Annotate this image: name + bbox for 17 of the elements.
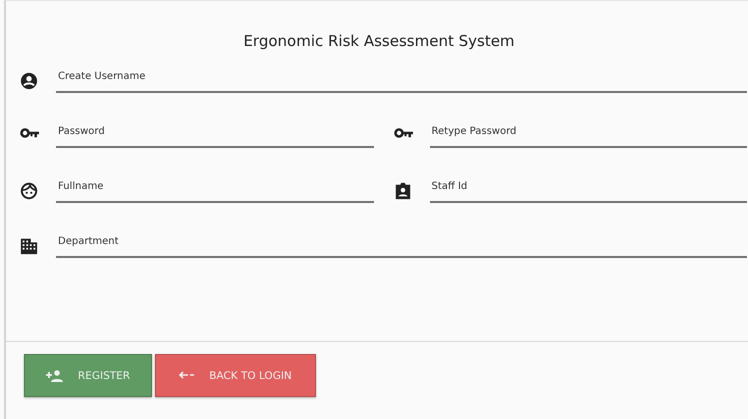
input-field[interactable]: Department <box>56 236 747 258</box>
back-button[interactable]: BACK TO LOGIN <box>155 354 316 397</box>
back-arrow-icon <box>179 370 196 380</box>
app-title: Ergonomic Risk Assessment System <box>242 31 516 52</box>
input-field[interactable]: Fullname <box>56 181 374 203</box>
badge-icon <box>394 182 412 200</box>
key-icon <box>394 127 414 139</box>
key-icon <box>20 127 40 139</box>
input-field[interactable]: Staff Id <box>430 181 747 203</box>
register-button[interactable]: REGISTER <box>24 354 152 397</box>
input-field[interactable]: Password <box>56 126 374 148</box>
input-field[interactable]: Retype Password <box>430 126 747 148</box>
building-icon <box>20 237 38 255</box>
add-person-icon <box>46 370 64 382</box>
user-icon <box>20 72 38 90</box>
input-field[interactable]: Create Username <box>56 71 747 93</box>
face-icon <box>20 182 38 200</box>
